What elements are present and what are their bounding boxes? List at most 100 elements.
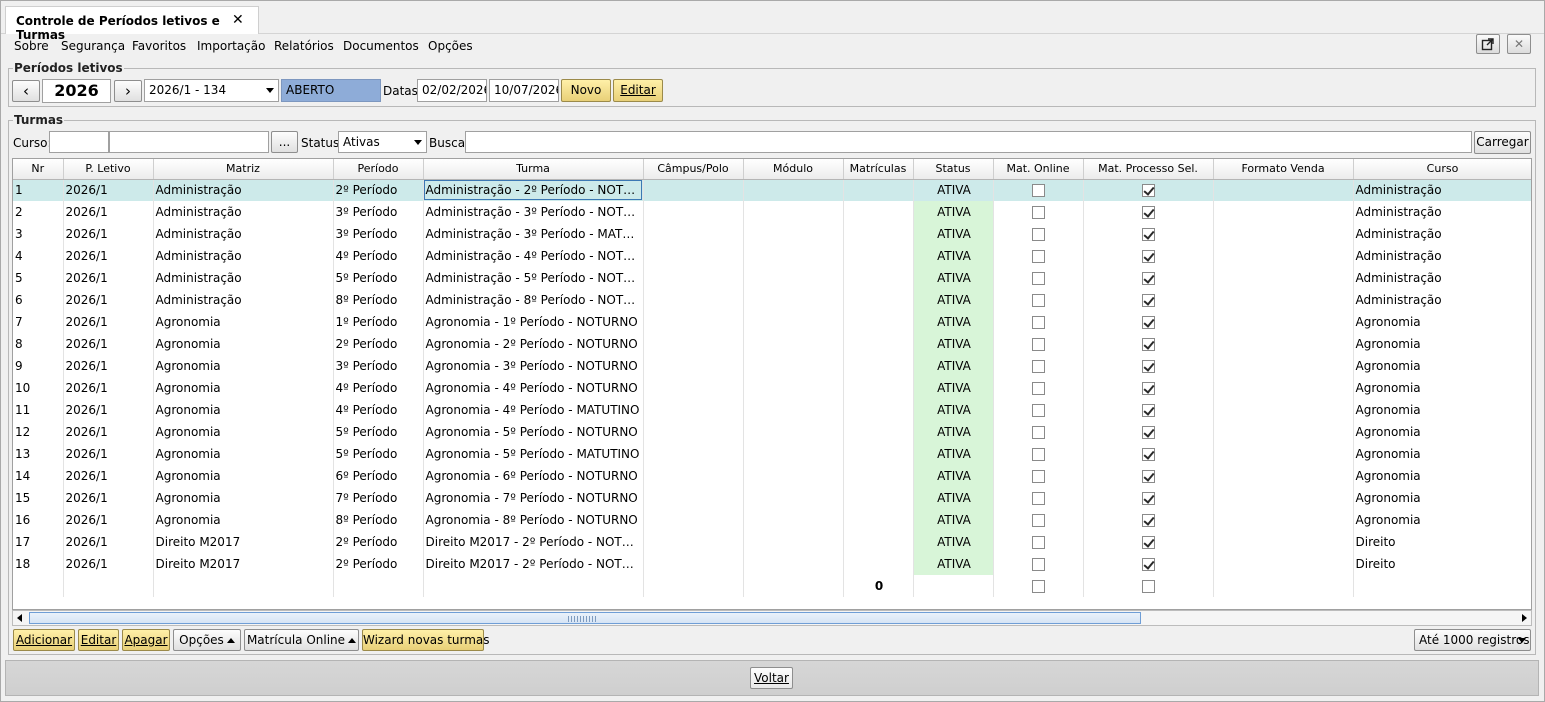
status-select[interactable]: Ativas	[338, 131, 427, 153]
table-row[interactable]: 5 2026/1 Administração 5º Período Administra…	[13, 267, 1531, 289]
matricula-online-menu-button[interactable]: Matrícula Online	[244, 629, 359, 651]
column-header[interactable]: Matriz	[153, 159, 334, 180]
carregar-button[interactable]: Carregar	[1474, 131, 1531, 154]
limit-select[interactable]: Até 1000 registros	[1414, 629, 1531, 651]
tab-close-icon[interactable]: ✕	[232, 12, 244, 28]
mat-processo-checkbox[interactable]	[1141, 272, 1155, 285]
browse-curso-button[interactable]: ...	[271, 131, 298, 153]
mat-processo-checkbox[interactable]	[1141, 338, 1155, 351]
apagar-button[interactable]: Apagar	[122, 629, 170, 651]
mat-online-checkbox[interactable]	[1031, 206, 1045, 219]
menu-importacao[interactable]: Importação	[197, 39, 265, 53]
scrollbar-thumb[interactable]	[29, 612, 1141, 624]
tab-controle-periodos[interactable]: Controle de Períodos letivos e Turmas ✕	[5, 6, 259, 42]
mat-online-checkbox[interactable]	[1031, 382, 1045, 395]
mat-processo-checkbox[interactable]	[1141, 514, 1155, 527]
column-header[interactable]: Módulo	[743, 159, 844, 180]
column-header[interactable]: Mat. Online	[993, 159, 1084, 180]
table-row[interactable]: 14 2026/1 Agronomia 6º Período Agronomia - 6…	[13, 465, 1531, 487]
table-row[interactable]: 8 2026/1 Agronomia 2º Período Agronomia - 2º…	[13, 333, 1531, 355]
mat-online-checkbox[interactable]	[1031, 492, 1045, 505]
mat-online-checkbox[interactable]	[1031, 250, 1045, 263]
window-close-button[interactable]: ✕	[1507, 34, 1531, 54]
menu-relatorios[interactable]: Relatórios	[274, 39, 334, 53]
column-header[interactable]: Mat. Processo Sel.	[1083, 159, 1214, 180]
mat-processo-checkbox[interactable]	[1141, 250, 1155, 263]
curso-code-field[interactable]	[49, 131, 109, 153]
mat-processo-checkbox[interactable]	[1141, 316, 1155, 329]
periodo-select[interactable]: 2026/1 - 134	[144, 79, 279, 102]
mat-online-checkbox[interactable]	[1031, 426, 1045, 439]
mat-online-checkbox[interactable]	[1031, 558, 1045, 571]
table-row[interactable]: 12 2026/1 Agronomia 5º Período Agronomia - 5…	[13, 421, 1531, 443]
table-row[interactable]: 7 2026/1 Agronomia 1º Período Agronomia - 1º…	[13, 311, 1531, 333]
column-header[interactable]: Período	[333, 159, 424, 180]
mat-online-checkbox[interactable]	[1031, 338, 1045, 351]
mat-processo-checkbox[interactable]	[1141, 382, 1155, 395]
mat-processo-checkbox[interactable]	[1141, 448, 1155, 461]
mat-processo-checkbox[interactable]	[1141, 228, 1155, 241]
data-fim-field[interactable]: 10/07/2026	[489, 79, 559, 102]
mat-processo-checkbox[interactable]	[1141, 536, 1155, 549]
menu-documentos[interactable]: Documentos	[343, 39, 419, 53]
mat-online-checkbox[interactable]	[1031, 184, 1045, 198]
table-row[interactable]: 18 2026/1 Direito M2017 2º Período Direito M…	[13, 553, 1531, 575]
scroll-left-icon[interactable]	[17, 614, 22, 622]
table-row[interactable]: 17 2026/1 Direito M2017 2º Período Direito M…	[13, 531, 1531, 553]
editar-periodo-button[interactable]: Editar	[613, 79, 663, 102]
column-header[interactable]: P. Letivo	[63, 159, 154, 180]
adicionar-button[interactable]: Adicionar	[13, 629, 75, 651]
column-header[interactable]: Formato Venda	[1213, 159, 1354, 180]
mat-online-checkbox[interactable]	[1031, 448, 1045, 461]
mat-processo-checkbox[interactable]	[1141, 426, 1155, 439]
menu-seguranca[interactable]: Segurança	[61, 39, 125, 53]
scroll-right-icon[interactable]	[1522, 614, 1527, 622]
mat-online-checkbox[interactable]	[1031, 228, 1045, 241]
mat-processo-checkbox[interactable]	[1141, 184, 1155, 198]
table-row[interactable]: 11 2026/1 Agronomia 4º Período Agronomia - 4…	[13, 399, 1531, 421]
turmas-grid[interactable]: Nr P. Letivo Matriz Período Turma Câmpus/Polo…	[12, 158, 1532, 610]
table-row[interactable]: 16 2026/1 Agronomia 8º Período Agronomia - 8…	[13, 509, 1531, 531]
data-inicio-field[interactable]: 02/02/2026	[417, 79, 487, 102]
mat-online-checkbox[interactable]	[1031, 360, 1045, 373]
prev-year-button[interactable]: ‹	[12, 80, 40, 102]
mat-online-checkbox[interactable]	[1031, 470, 1045, 483]
mat-online-checkbox[interactable]	[1031, 514, 1045, 527]
busca-input[interactable]	[465, 131, 1472, 153]
editar-turma-button[interactable]: Editar	[78, 629, 119, 651]
table-row[interactable]: 13 2026/1 Agronomia 5º Período Agronomia - 5…	[13, 443, 1531, 465]
totals-processo-checkbox[interactable]	[1141, 580, 1155, 593]
column-header[interactable]: Matrículas	[843, 159, 914, 180]
menu-sobre[interactable]: Sobre	[14, 39, 49, 53]
mat-online-checkbox[interactable]	[1031, 536, 1045, 549]
mat-processo-checkbox[interactable]	[1141, 294, 1155, 307]
menu-favoritos[interactable]: Favoritos	[132, 39, 186, 53]
voltar-button[interactable]: Voltar	[750, 667, 793, 689]
table-row[interactable]: 9 2026/1 Agronomia 3º Período Agronomia - 3º…	[13, 355, 1531, 377]
opcoes-menu-button[interactable]: Opções	[173, 629, 241, 651]
totals-online-checkbox[interactable]	[1031, 580, 1045, 593]
wizard-novas-turmas-button[interactable]: Wizard novas turmas	[362, 629, 490, 651]
column-header[interactable]: Câmpus/Polo	[643, 159, 744, 180]
column-header[interactable]: Turma	[423, 159, 644, 180]
year-field[interactable]: 2026	[42, 79, 111, 103]
popout-button[interactable]	[1476, 34, 1500, 54]
table-row[interactable]: 4 2026/1 Administração 4º Período Administra…	[13, 245, 1531, 267]
novo-button[interactable]: Novo	[561, 79, 611, 102]
menu-opcoes[interactable]: Opções	[428, 39, 473, 53]
mat-processo-checkbox[interactable]	[1141, 404, 1155, 417]
table-row[interactable]: 15 2026/1 Agronomia 7º Período Agronomia - 7…	[13, 487, 1531, 509]
mat-online-checkbox[interactable]	[1031, 404, 1045, 417]
table-row[interactable]: 3 2026/1 Administração 3º Período Administra…	[13, 223, 1531, 245]
mat-online-checkbox[interactable]	[1031, 294, 1045, 307]
mat-processo-checkbox[interactable]	[1141, 492, 1155, 505]
curso-name-field[interactable]	[109, 131, 269, 153]
table-row[interactable]: 6 2026/1 Administração 8º Período Administra…	[13, 289, 1531, 311]
column-header[interactable]: Nr	[13, 159, 64, 180]
column-header[interactable]: Status	[913, 159, 994, 180]
mat-processo-checkbox[interactable]	[1141, 470, 1155, 483]
horizontal-scrollbar[interactable]	[12, 610, 1532, 626]
mat-processo-checkbox[interactable]	[1141, 360, 1155, 373]
mat-processo-checkbox[interactable]	[1141, 558, 1155, 571]
table-row[interactable]: 10 2026/1 Agronomia 4º Período Agronomia - 4…	[13, 377, 1531, 399]
